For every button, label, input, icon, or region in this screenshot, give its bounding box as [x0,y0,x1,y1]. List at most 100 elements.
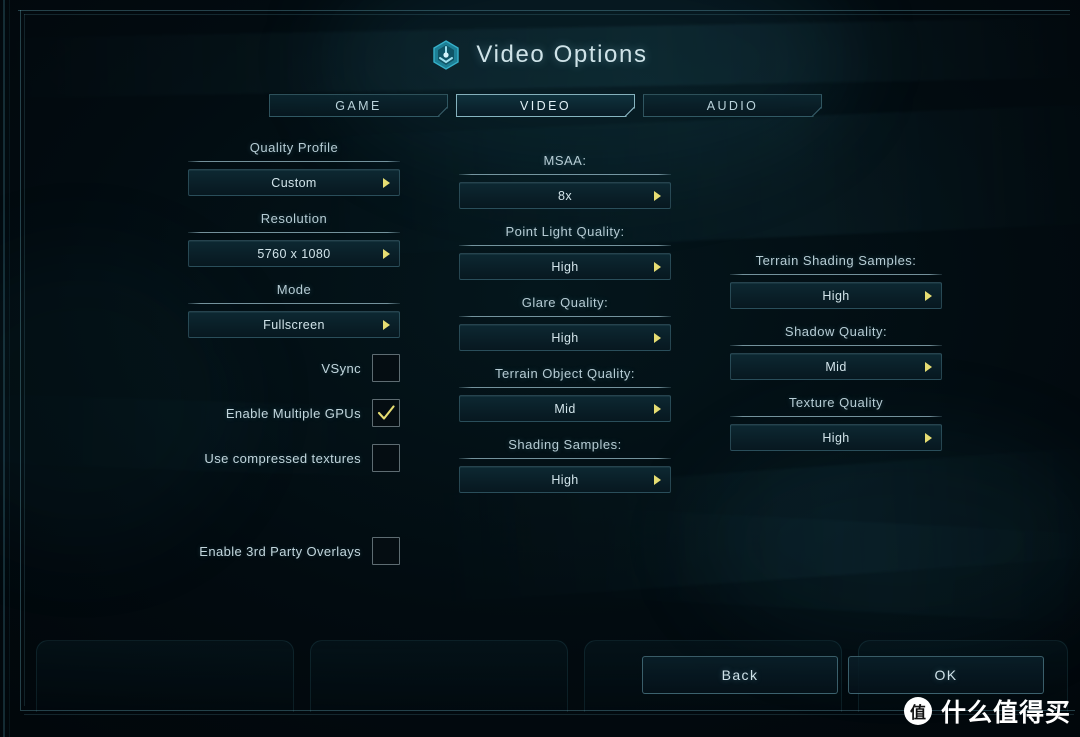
tab-corner-notch [436,105,447,116]
label-divider [459,316,671,317]
chevron-right-icon [654,190,661,201]
tab-video[interactable]: VIDEO [456,94,635,117]
frame-border [24,14,25,706]
checkbox-label: VSync [321,360,361,376]
option-group-quality-profile: Quality Profile Custom [188,140,400,196]
tab-game[interactable]: GAME [269,94,448,117]
label-divider [730,416,942,417]
frame-border [20,710,1075,711]
checkbox-row-vsync: VSync [188,354,400,382]
dropdown-value: 5760 x 1080 [257,246,331,261]
option-group-shading-samples: Shading Samples: High [459,437,671,493]
option-group-point-light-quality: Point Light Quality: High [459,224,671,280]
option-label: Terrain Object Quality: [494,366,636,381]
tab-corner-notch [810,105,821,116]
chevron-right-icon [383,177,390,188]
option-label: Glare Quality: [521,295,609,310]
checkbox-3rd-party-overlays[interactable] [372,537,400,565]
right-options-column: Terrain Shading Samples: High Shadow Qua… [730,253,942,451]
dropdown-value: High [822,288,850,303]
chevron-right-icon [383,248,390,259]
option-group-terrain-object-quality: Terrain Object Quality: Mid [459,366,671,422]
hud-panel-decoration [310,640,568,712]
check-icon [377,405,395,420]
tab-audio[interactable]: AUDIO [643,94,822,117]
checkbox-multiple-gpus[interactable] [372,399,400,427]
dropdown-value: Mid [554,401,576,416]
back-button[interactable]: Back [642,656,838,694]
tab-label: VIDEO [520,98,571,113]
video-options-screen: Video Options GAME VIDEO AUDIO Quality P… [0,0,1080,737]
ok-button[interactable]: OK [848,656,1044,694]
label-divider [188,232,400,233]
dropdown-value: Mid [825,359,847,374]
chevron-right-icon [925,290,932,301]
dropdown-texture-quality[interactable]: High [730,424,942,451]
dropdown-value: 8x [557,188,572,203]
chevron-right-icon [654,474,661,485]
label-divider [188,161,400,162]
page-title: Video Options [476,41,648,68]
option-label: Point Light Quality: [505,224,625,239]
dropdown-terrain-object-quality[interactable]: Mid [459,395,671,422]
option-label: Mode [276,282,312,297]
dropdown-resolution[interactable]: 5760 x 1080 [188,240,400,267]
chevron-right-icon [925,432,932,443]
checkbox-vsync[interactable] [372,354,400,382]
option-group-msaa: MSAA: 8x [459,153,671,209]
dropdown-mode[interactable]: Fullscreen [188,311,400,338]
option-label: Shading Samples: [508,437,622,452]
option-group-texture-quality: Texture Quality High [730,395,942,451]
dropdown-quality-profile[interactable]: Custom [188,169,400,196]
checkbox-label: Enable Multiple GPUs [225,405,361,421]
dropdown-glare-quality[interactable]: High [459,324,671,351]
tab-label: AUDIO [706,98,759,113]
checkbox-row-3rd-party-overlays: Enable 3rd Party Overlays [188,537,400,565]
option-group-mode: Mode Fullscreen [188,282,400,338]
middle-options-column: MSAA: 8x Point Light Quality: High Glare… [459,153,671,493]
label-divider [730,345,942,346]
frame-border [9,0,10,737]
dropdown-value: Custom [271,175,317,190]
frame-border [3,0,5,737]
option-label: Resolution [260,211,328,226]
frame-border [24,714,1074,715]
watermark: 值 什么值得买 [903,693,1071,729]
hud-panel-decoration [36,640,294,712]
dropdown-shadow-quality[interactable]: Mid [730,353,942,380]
tab-corner-notch [623,105,634,116]
checkbox-row-compressed-textures: Use compressed textures [188,444,400,472]
label-divider [459,174,671,175]
dropdown-value: High [551,259,579,274]
dropdown-terrain-shading-samples[interactable]: High [730,282,942,309]
smzdm-logo-icon: 值 [903,697,932,725]
tab-bar: GAME VIDEO AUDIO [269,94,822,117]
option-group-terrain-shading-samples: Terrain Shading Samples: High [730,253,942,309]
dropdown-point-light-quality[interactable]: High [459,253,671,280]
dropdown-msaa[interactable]: 8x [459,182,671,209]
option-group-shadow-quality: Shadow Quality: Mid [730,324,942,380]
option-label: Terrain Shading Samples: [755,253,917,268]
option-label: Texture Quality [788,395,884,410]
checkbox-label: Enable 3rd Party Overlays [199,543,361,559]
label-divider [459,458,671,459]
checkbox-compressed-textures[interactable] [372,444,400,472]
label-divider [188,303,400,304]
option-group-glare-quality: Glare Quality: High [459,295,671,351]
dropdown-shading-samples[interactable]: High [459,466,671,493]
chevron-right-icon [383,319,390,330]
label-divider [459,245,671,246]
chevron-right-icon [654,403,661,414]
frame-border [24,14,1070,15]
chevron-right-icon [925,361,932,372]
page-header: Video Options [0,40,1080,70]
background-streak [297,102,1080,258]
hexagon-emblem-icon [433,40,460,70]
label-divider [730,274,942,275]
tab-label: GAME [335,98,382,113]
watermark-text: 什么值得买 [940,698,1071,727]
chevron-right-icon [654,332,661,343]
dropdown-value: Fullscreen [263,317,325,332]
checkbox-label: Use compressed textures [204,450,361,466]
dropdown-value: High [551,472,579,487]
